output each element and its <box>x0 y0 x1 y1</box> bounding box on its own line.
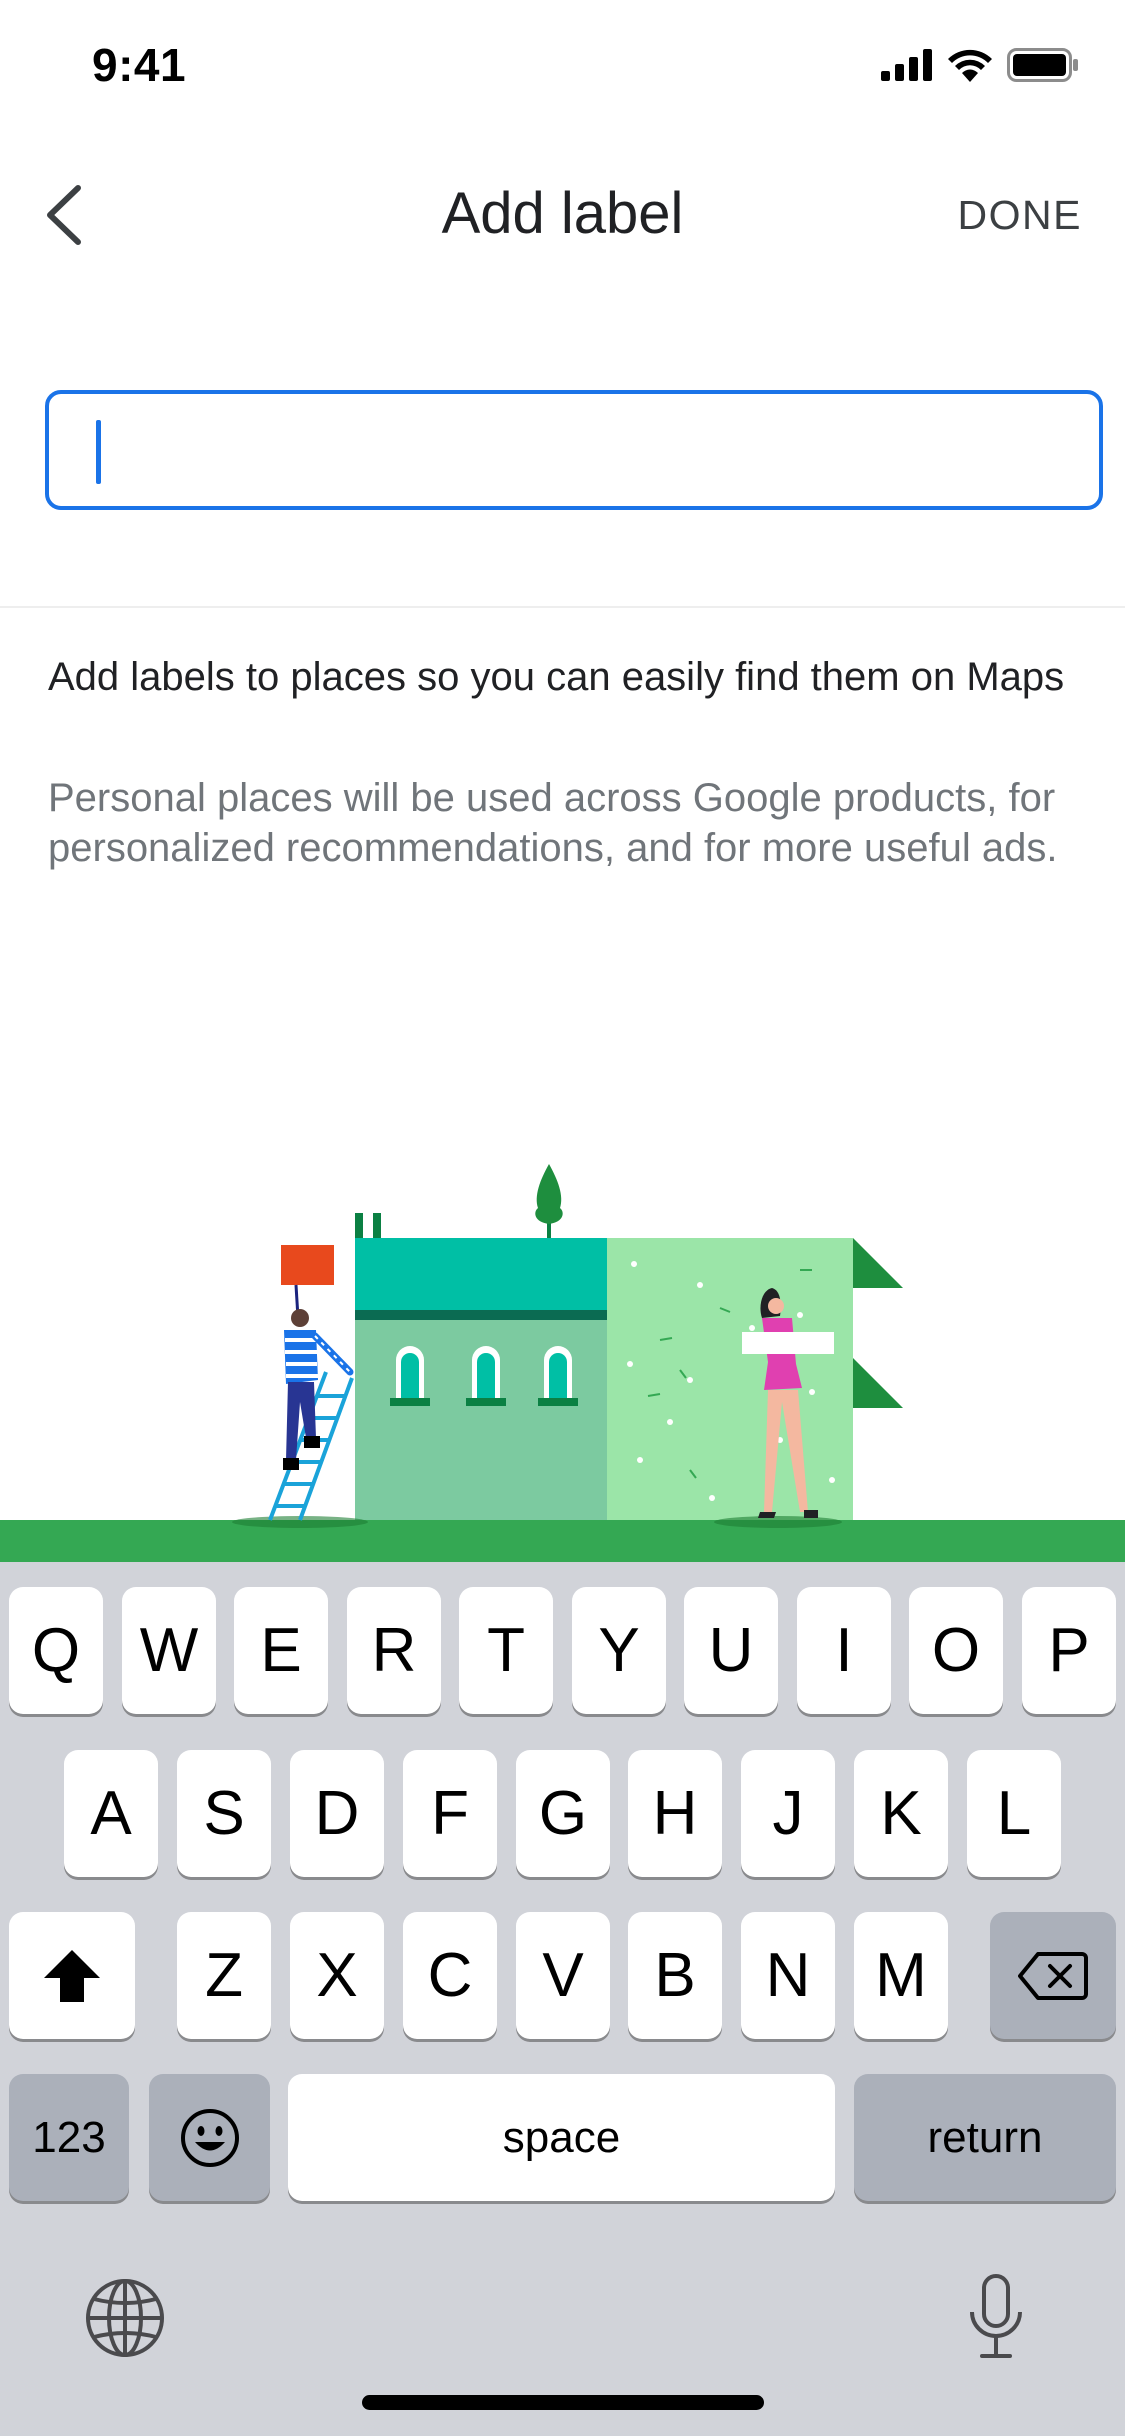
key-e[interactable]: E <box>234 1587 328 1714</box>
shift-key[interactable] <box>9 1912 135 2039</box>
key-y[interactable]: Y <box>572 1587 666 1714</box>
key-d[interactable]: D <box>290 1750 384 1877</box>
cellular-signal-icon <box>881 49 932 81</box>
key-r[interactable]: R <box>347 1587 441 1714</box>
emoji-key[interactable] <box>149 2074 270 2201</box>
backspace-icon <box>1018 1951 1088 2000</box>
key-b[interactable]: B <box>628 1912 722 2039</box>
key-g[interactable]: G <box>516 1750 610 1877</box>
key-v[interactable]: V <box>516 1912 610 2039</box>
key-l[interactable]: L <box>967 1750 1061 1877</box>
keyboard: Q W E R T Y U I O P A S D F G H J K L Z … <box>0 1562 1125 2436</box>
key-u[interactable]: U <box>684 1587 778 1714</box>
key-i[interactable]: I <box>797 1587 891 1714</box>
space-key[interactable]: space <box>288 2074 835 2201</box>
key-p[interactable]: P <box>1022 1587 1116 1714</box>
key-h[interactable]: H <box>628 1750 722 1877</box>
delete-key[interactable] <box>990 1912 1116 2039</box>
key-z[interactable]: Z <box>177 1912 271 2039</box>
key-x[interactable]: X <box>290 1912 384 2039</box>
key-o[interactable]: O <box>909 1587 1003 1714</box>
info-title: Add labels to places so you can easily f… <box>48 655 1065 699</box>
key-q[interactable]: Q <box>9 1587 103 1714</box>
screen: 9:41 Add label DONE Add labels to places… <box>0 0 1125 2436</box>
text-cursor <box>96 420 101 484</box>
key-k[interactable]: K <box>854 1750 948 1877</box>
microphone-icon[interactable] <box>966 2272 1026 2362</box>
home-indicator <box>362 2395 764 2410</box>
key-w[interactable]: W <box>122 1587 216 1714</box>
page-title: Add label <box>441 181 684 246</box>
label-input[interactable] <box>45 390 1103 510</box>
shift-icon <box>44 1949 100 2002</box>
status-time: 9:41 <box>92 39 187 91</box>
key-m[interactable]: M <box>854 1912 948 2039</box>
key-a[interactable]: A <box>64 1750 158 1877</box>
return-key[interactable]: return <box>854 2074 1116 2201</box>
info-body: Personal places will be used across Goog… <box>48 776 1058 870</box>
globe-icon[interactable] <box>84 2277 166 2359</box>
numbers-key[interactable]: 123 <box>9 2074 129 2201</box>
status-icons <box>881 48 1079 82</box>
battery-icon <box>1007 48 1078 82</box>
key-c[interactable]: C <box>403 1912 497 2039</box>
done-button[interactable]: DONE <box>958 192 1082 239</box>
labels-illustration <box>0 1164 1125 1562</box>
divider <box>0 606 1125 608</box>
wifi-icon <box>948 49 992 82</box>
emoji-icon <box>180 2108 239 2167</box>
key-j[interactable]: J <box>741 1750 835 1877</box>
key-t[interactable]: T <box>459 1587 553 1714</box>
key-s[interactable]: S <box>177 1750 271 1877</box>
key-n[interactable]: N <box>741 1912 835 2039</box>
key-f[interactable]: F <box>403 1750 497 1877</box>
